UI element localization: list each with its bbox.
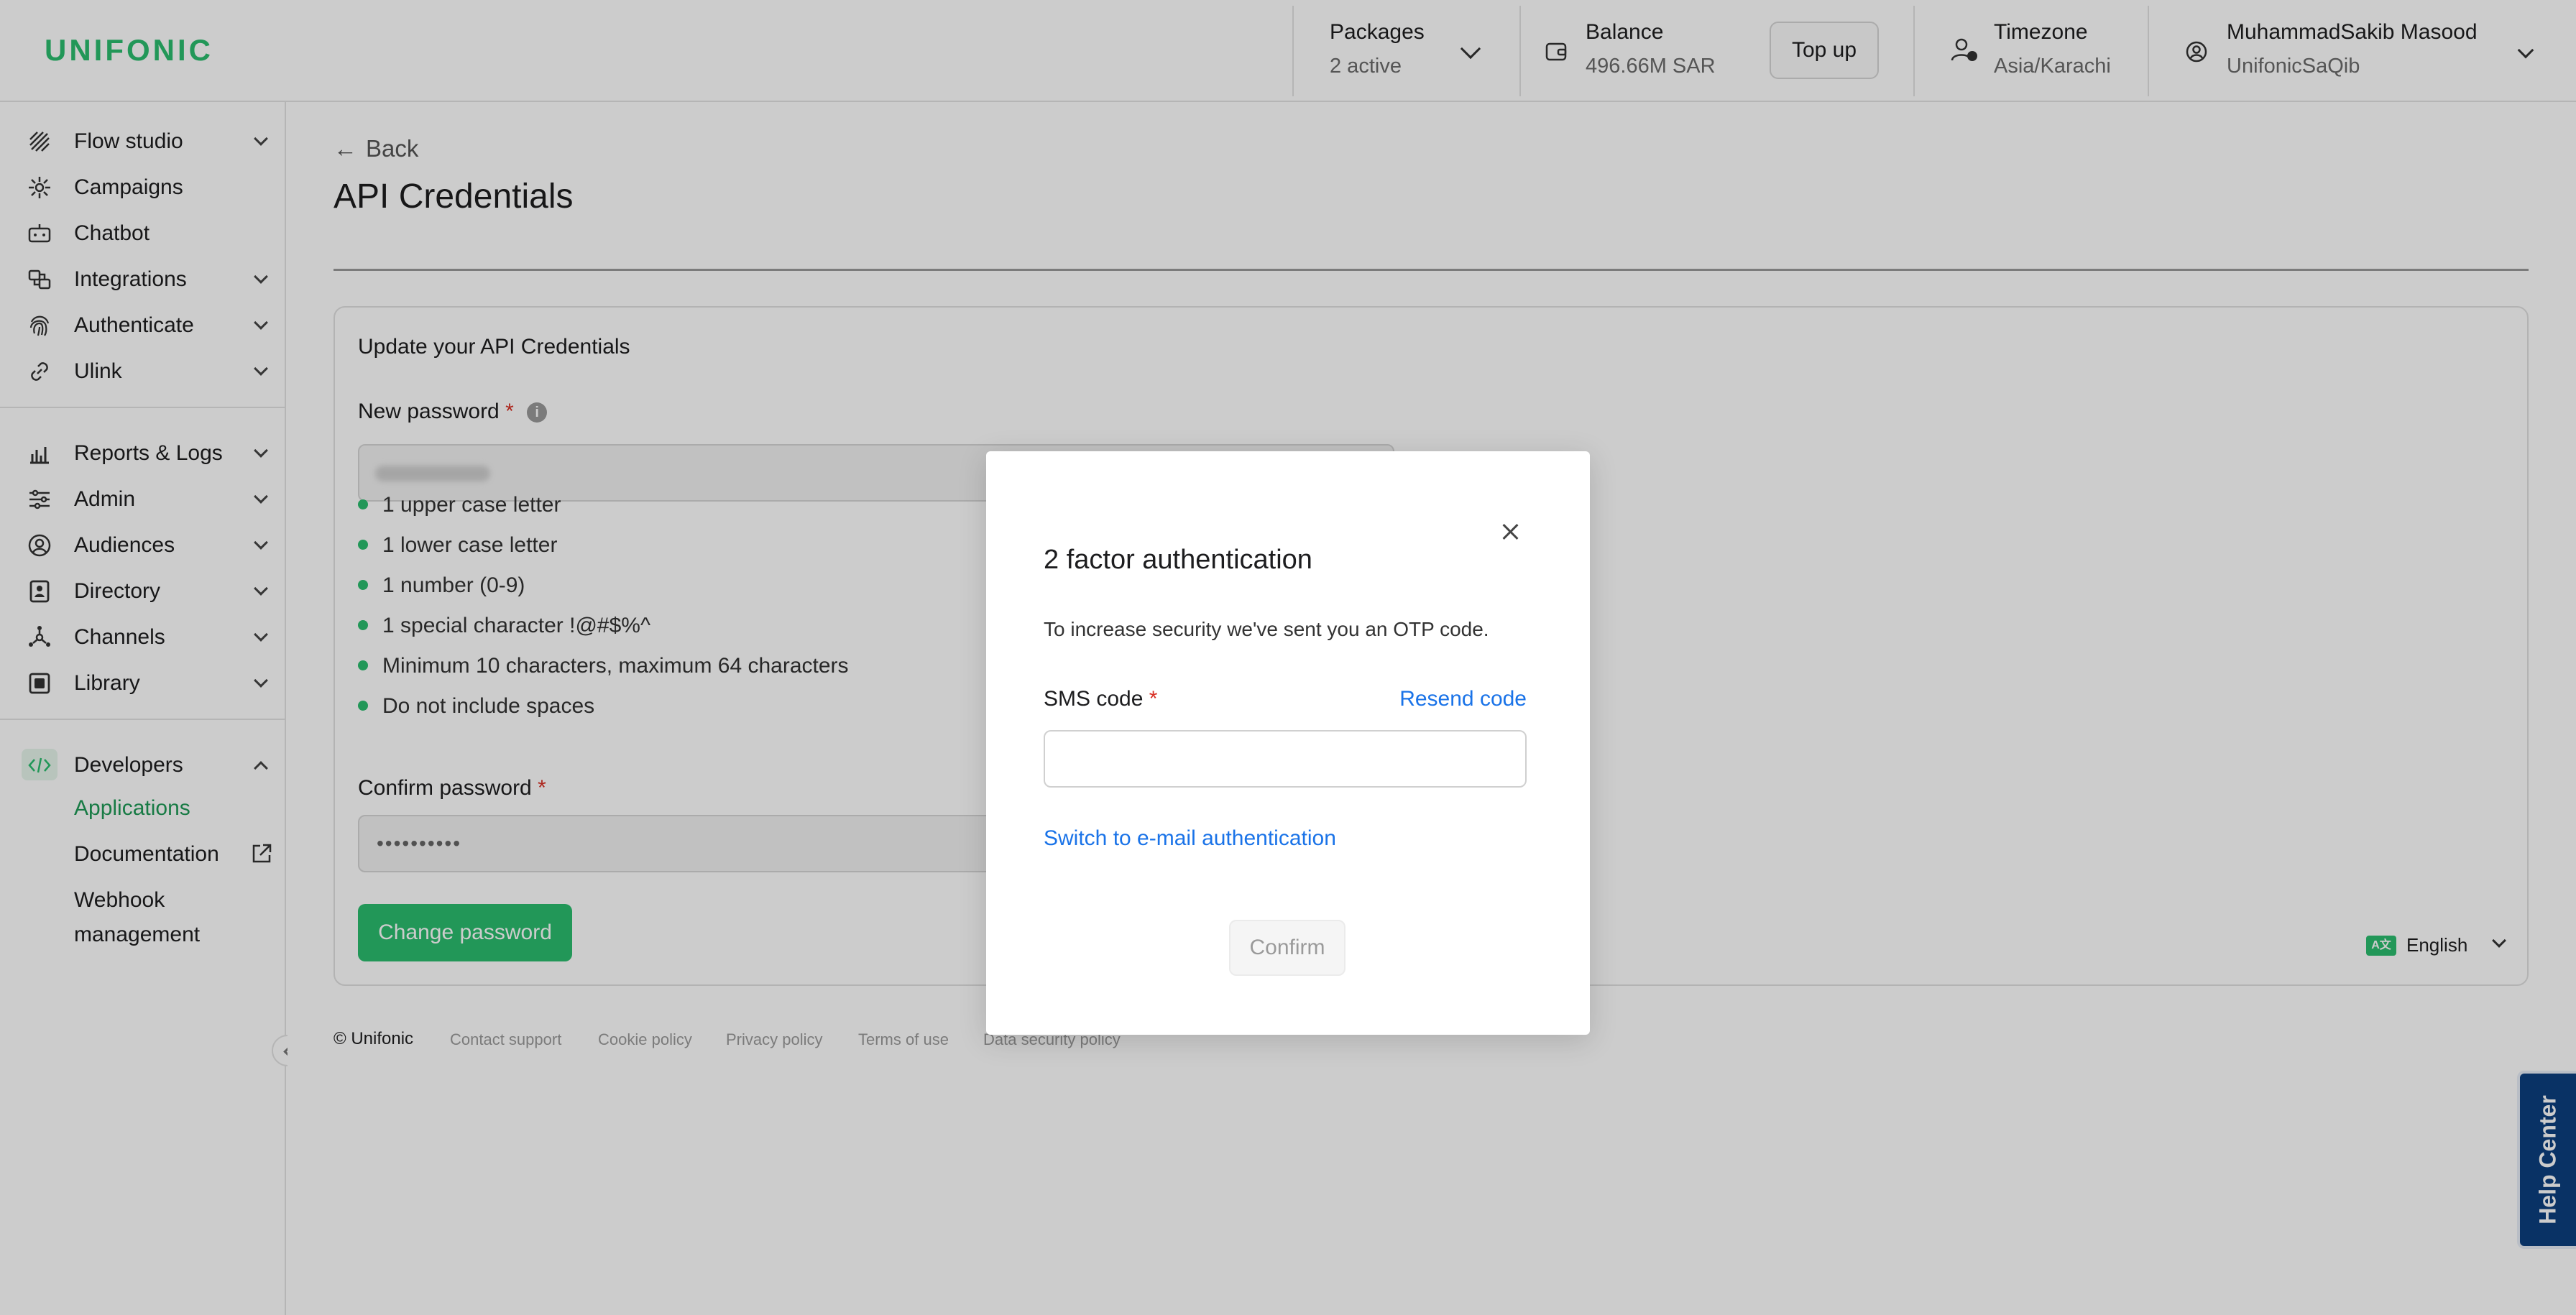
sms-code-label: SMS code * — [1044, 687, 1157, 711]
dialog-title: 2 factor authentication — [1044, 545, 1312, 575]
resend-code-link[interactable]: Resend code — [1399, 687, 1527, 711]
sms-code-input[interactable] — [1044, 730, 1527, 788]
close-icon[interactable] — [1496, 517, 1525, 546]
required-mark: * — [1149, 687, 1158, 711]
dialog-description: To increase security we've sent you an O… — [1044, 618, 1489, 640]
app-root: UNIFONIC Packages 2 active Balance 496.6… — [0, 0, 2576, 1315]
switch-to-email-link[interactable]: Switch to e-mail authentication — [1044, 826, 1336, 851]
confirm-button[interactable]: Confirm — [1229, 920, 1346, 976]
two-factor-dialog: 2 factor authentication To increase secu… — [986, 451, 1590, 1035]
sms-code-label-text: SMS code — [1044, 687, 1144, 711]
